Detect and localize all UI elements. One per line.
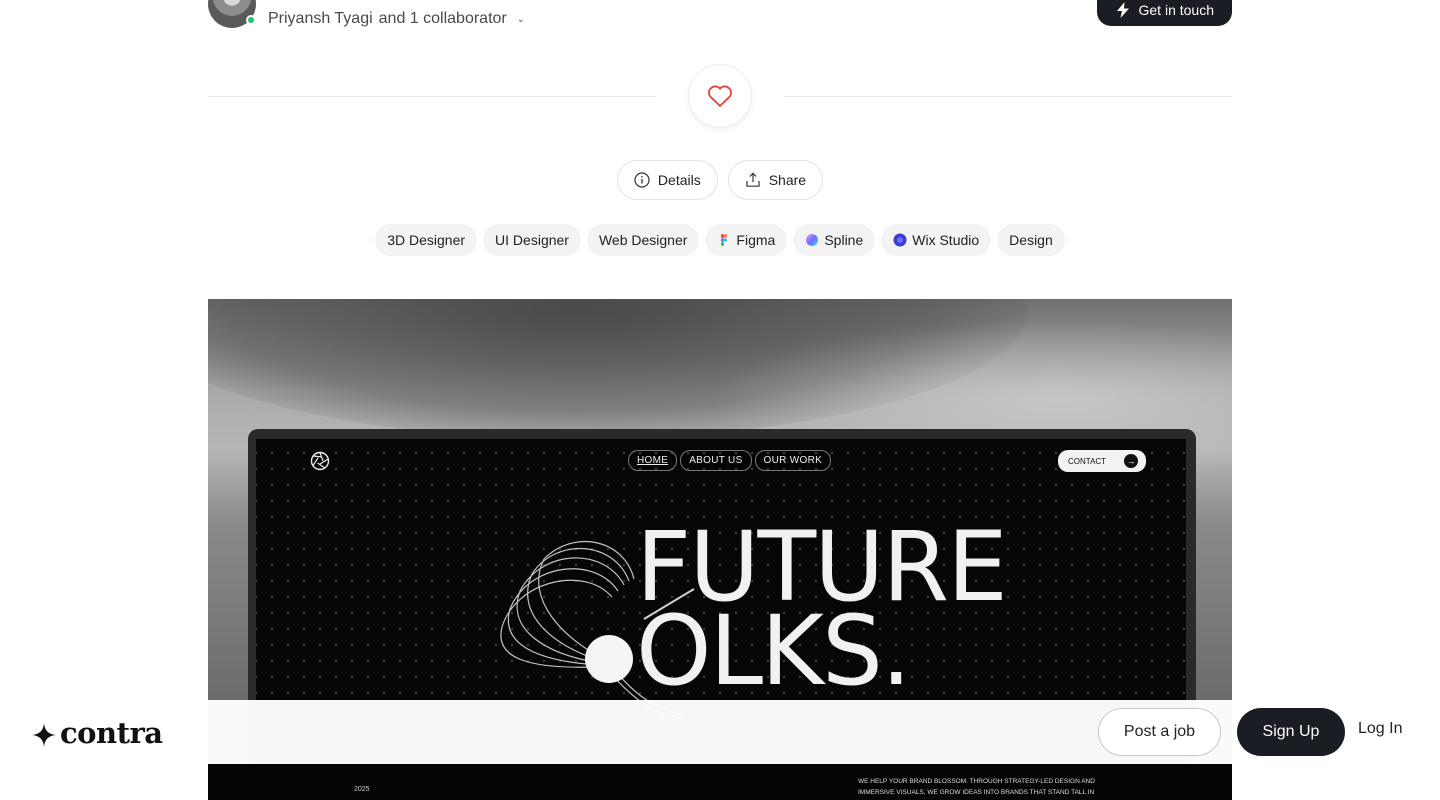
site-blurb: We help your brand blossom. Through stra…: [858, 778, 1095, 796]
tag-label: Design: [1009, 232, 1053, 248]
site-nav: HOME ABOUT US OUR WORK: [628, 450, 832, 471]
bottom-bar: contra Post a job Sign Up Log In: [0, 700, 1440, 764]
share-label: Share: [768, 172, 807, 188]
tag-spline[interactable]: Spline: [793, 224, 876, 256]
like-button[interactable]: [688, 64, 752, 128]
screen-bottom-strip: 2025 We help your brand blossom. Through…: [208, 764, 1232, 800]
info-icon: [634, 172, 650, 188]
sparkle-icon: [32, 722, 56, 747]
heart-icon: [708, 85, 732, 107]
lightning-icon: [1116, 2, 1129, 18]
site-year: 2025: [354, 786, 370, 793]
divider-right: [784, 96, 1232, 97]
chevron-down-icon[interactable]: ⌄: [517, 14, 525, 25]
tag-label: Figma: [736, 232, 776, 248]
arrow-right-icon: →: [1124, 454, 1139, 468]
get-in-touch-button[interactable]: Get in touch: [1096, 0, 1232, 26]
site-headline: FUTURE OLKS.: [636, 519, 1008, 699]
collaborator-count[interactable]: and 1 collaborator: [379, 10, 507, 28]
share-button[interactable]: Share: [727, 160, 824, 200]
brand-name: contra: [60, 716, 163, 750]
tag-wix-studio[interactable]: Wix Studio: [881, 224, 992, 256]
tag-3d-designer[interactable]: 3D Designer: [375, 224, 478, 256]
author-avatar[interactable]: [208, 0, 256, 28]
aperture-logo-icon: [310, 451, 330, 471]
details-label: Details: [657, 172, 701, 188]
author-row: Priyansh Tyagi and 1 collaborator ⌄ Get …: [208, 0, 1232, 40]
contra-logo[interactable]: contra: [32, 716, 163, 750]
author-name[interactable]: Priyansh Tyagi: [268, 10, 373, 28]
post-a-job-button[interactable]: Post a job: [1098, 708, 1221, 756]
tag-web-designer[interactable]: Web Designer: [586, 224, 700, 256]
tag-list: 3D Designer UI Designer Web Designer Fig…: [0, 224, 1440, 256]
online-status-dot: [246, 15, 256, 25]
details-button[interactable]: Details: [616, 160, 718, 200]
tag-label: Spline: [824, 232, 864, 248]
site-nav-about: ABOUT US: [680, 450, 752, 471]
share-icon: [746, 172, 760, 187]
wix-studio-icon: [893, 233, 907, 247]
project-actions: Details Share: [0, 160, 1440, 200]
sign-up-button[interactable]: Sign Up: [1237, 708, 1345, 756]
site-contact-button: CONTACT →: [1058, 450, 1147, 472]
figma-icon: [721, 234, 728, 246]
site-nav-work: OUR WORK: [754, 450, 832, 471]
tag-label: UI Designer: [495, 232, 569, 248]
tag-ui-designer[interactable]: UI Designer: [483, 224, 581, 256]
spline-icon: [806, 234, 819, 246]
tag-label: Wix Studio: [912, 232, 980, 248]
tag-design[interactable]: Design: [997, 224, 1065, 256]
get-in-touch-label: Get in touch: [1138, 2, 1215, 18]
tag-figma[interactable]: Figma: [705, 224, 788, 256]
byline: Priyansh Tyagi and 1 collaborator ⌄: [268, 10, 525, 28]
log-in-link[interactable]: Log In: [1358, 720, 1402, 738]
site-nav-home: HOME: [628, 450, 678, 471]
site-contact-label: CONTACT: [1068, 456, 1107, 466]
tag-label: Web Designer: [598, 232, 688, 248]
tag-label: 3D Designer: [387, 232, 466, 248]
divider-left: [208, 96, 656, 97]
